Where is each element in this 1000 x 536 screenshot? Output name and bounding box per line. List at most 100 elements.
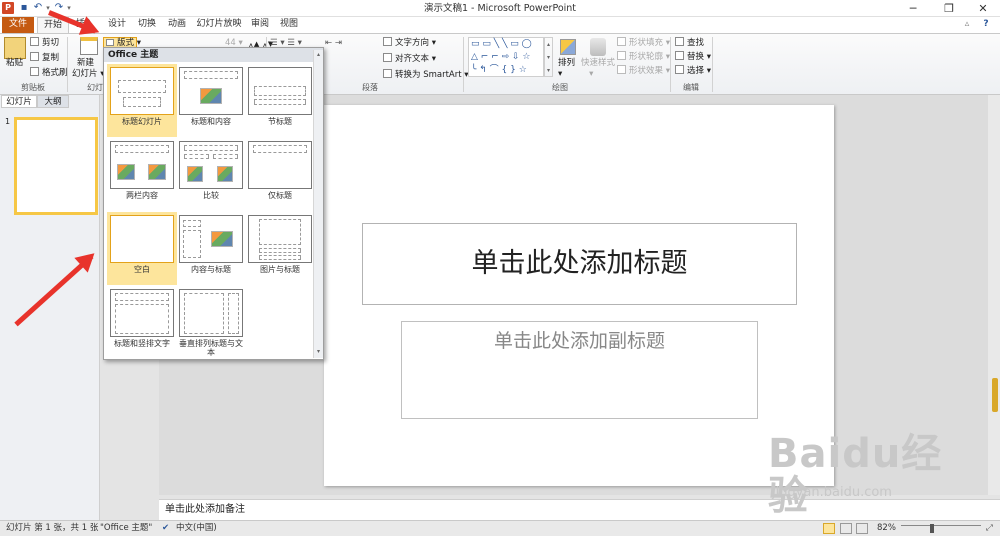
quick-styles-icon[interactable]: [590, 38, 606, 56]
copy-button[interactable]: 复制: [30, 52, 59, 64]
minimize-icon[interactable]: ─: [896, 0, 930, 17]
layout-two-content[interactable]: 两栏内容: [107, 138, 177, 211]
find-button[interactable]: 查找: [675, 37, 704, 49]
layout-title-content[interactable]: 标题和内容: [176, 64, 246, 137]
clipboard-group-label: 剪贴板: [21, 83, 45, 92]
vertical-scrollbar[interactable]: [988, 95, 1000, 495]
tab-review[interactable]: 审阅: [247, 17, 273, 33]
tab-animations[interactable]: 动画: [163, 17, 191, 33]
convert-smartart-button[interactable]: 转换为 SmartArt ▾: [383, 69, 469, 81]
dropdown-header: Office 主题: [104, 48, 323, 62]
fit-to-window-icon[interactable]: ⤢: [986, 521, 993, 536]
layout-icon: [106, 39, 114, 46]
quick-styles-button[interactable]: 快速样式 ▾: [581, 58, 615, 80]
scrollbar-thumb[interactable]: [992, 378, 998, 412]
arrange-icon[interactable]: [560, 39, 576, 55]
binoculars-icon: [675, 37, 684, 46]
theme-status[interactable]: "Office 主题": [100, 521, 152, 536]
undo-icon[interactable]: ↶: [32, 1, 44, 15]
drawing-group-label: 绘图: [552, 83, 568, 92]
slide-count-status: 幻灯片 第 1 张，共 1 张: [6, 523, 99, 533]
shape-effects-button[interactable]: 形状效果 ▾: [617, 65, 670, 77]
replace-button[interactable]: 替换 ▾: [675, 51, 711, 63]
fill-icon: [617, 37, 626, 46]
status-bar: 幻灯片 第 1 张，共 1 张 "Office 主题" ✔ 中文(中国) 82%…: [0, 520, 1000, 536]
slide-thumbnail[interactable]: [14, 117, 98, 215]
paste-button[interactable]: 粘贴: [6, 58, 23, 69]
layout-dropdown: Office 主题 标题幻灯片 标题和内容 节标题 两栏内容 比较 仅标题 空白…: [103, 47, 324, 360]
align-text-icon: [383, 53, 392, 62]
zoom-slider[interactable]: [901, 525, 981, 532]
group-separator: [67, 37, 68, 92]
maximize-icon[interactable]: ❐: [932, 0, 966, 17]
layout-picture-caption[interactable]: 图片与标题: [245, 212, 315, 285]
zoom-slider-thumb[interactable]: [930, 524, 934, 533]
layout-title-only[interactable]: 仅标题: [245, 138, 315, 211]
language-status[interactable]: 中文(中国): [176, 521, 217, 536]
new-slide-button[interactable]: 新建: [77, 58, 94, 69]
copy-icon: [30, 52, 39, 61]
tab-slides-panel[interactable]: 幻灯片: [1, 95, 37, 108]
slide-sorter-icon[interactable]: [840, 523, 852, 534]
indent-icon[interactable]: ⇤ ⇥: [325, 38, 342, 49]
cut-button[interactable]: 剪切: [30, 37, 59, 49]
layout-content-caption[interactable]: 内容与标题: [176, 212, 246, 285]
zoom-level[interactable]: 82%: [877, 521, 896, 536]
editing-group-label: 编辑: [683, 83, 699, 92]
new-slide-dropdown[interactable]: 幻灯片 ▾: [72, 69, 104, 80]
shape-fill-button[interactable]: 形状填充 ▾: [617, 37, 670, 49]
watermark-brand: Baidu经验: [768, 431, 943, 519]
arrange-button[interactable]: 排列 ▾: [558, 58, 575, 80]
tab-slideshow[interactable]: 幻灯片放映: [194, 17, 244, 33]
group-separator: [670, 37, 671, 92]
layout-vertical-title-text[interactable]: 垂直排列标题与文本: [176, 286, 246, 359]
outline-icon: [617, 51, 626, 60]
tab-view[interactable]: 视图: [276, 17, 302, 33]
format-painter-button[interactable]: 格式刷: [30, 67, 68, 79]
close-icon[interactable]: ✕: [966, 0, 1000, 17]
tab-design[interactable]: 设计: [103, 17, 131, 33]
brush-icon: [30, 67, 39, 76]
dropdown-scrollbar[interactable]: ▴ ▾: [313, 50, 323, 358]
text-direction-icon: [383, 37, 392, 46]
layout-title-vertical-text[interactable]: 标题和竖排文字: [107, 286, 177, 359]
title-bar: P ▪ ↶ ▾ ↷ ▾ 演示文稿1 - Microsoft PowerPoint…: [0, 0, 1000, 17]
layout-blank[interactable]: 空白: [107, 212, 177, 285]
collapse-ribbon-icon[interactable]: ▵: [960, 17, 974, 33]
spelling-check-icon[interactable]: ✔: [162, 521, 169, 536]
tab-file[interactable]: 文件: [2, 17, 34, 33]
shape-outline-button[interactable]: 形状轮廓 ▾: [617, 51, 670, 63]
customize-qat-icon[interactable]: ▾: [65, 1, 73, 15]
layout-comparison[interactable]: 比较: [176, 138, 246, 211]
reading-view-icon[interactable]: [856, 523, 868, 534]
slide-thumb-number: 1: [5, 117, 11, 126]
group-separator: [463, 37, 464, 92]
ribbon-tabs: 文件 开始 插入 设计 切换 动画 幻灯片放映 审阅 视图 ▵ ?: [0, 17, 1000, 33]
title-placeholder[interactable]: 单击此处添加标题: [362, 223, 797, 305]
text-direction-button[interactable]: 文字方向 ▾: [383, 37, 436, 49]
select-button[interactable]: 选择 ▾: [675, 65, 711, 77]
save-icon[interactable]: ▪: [18, 1, 30, 15]
tab-transitions[interactable]: 切换: [133, 17, 161, 33]
window-title: 演示文稿1 - Microsoft PowerPoint: [423, 3, 577, 14]
group-separator: [712, 37, 713, 92]
cursor-icon: [675, 65, 684, 74]
paragraph-group-label: 段落: [362, 83, 378, 92]
smartart-icon: [383, 69, 392, 78]
layout-title-slide[interactable]: 标题幻灯片: [107, 64, 177, 137]
tab-outline-panel[interactable]: 大纲: [37, 95, 69, 108]
shapes-gallery[interactable]: ▭ ▭ ╲ ╲ ▭ ◯ △ ⌐ ⌐ ⇨ ⇩ ☆ ╰ ↰ ⌒ { } ☆: [468, 37, 544, 77]
scissors-icon: [30, 37, 39, 46]
replace-icon: [675, 51, 684, 60]
layout-section-header[interactable]: 节标题: [245, 64, 315, 137]
normal-view-icon[interactable]: [823, 523, 835, 534]
shapes-gallery-scroll[interactable]: ▴ ▾ ▾: [544, 37, 553, 77]
align-text-button[interactable]: 对齐文本 ▾: [383, 53, 436, 65]
slides-panel: 幻灯片 大纲 1: [0, 95, 100, 520]
baidu-watermark: Baidu经验 jingyan.baidu.com: [768, 425, 968, 519]
watermark-url: jingyan.baidu.com: [772, 485, 892, 500]
paste-icon[interactable]: [4, 37, 26, 59]
powerpoint-app-icon[interactable]: P: [2, 2, 14, 14]
help-icon[interactable]: ?: [978, 17, 994, 33]
subtitle-placeholder[interactable]: 单击此处添加副标题: [401, 321, 758, 419]
